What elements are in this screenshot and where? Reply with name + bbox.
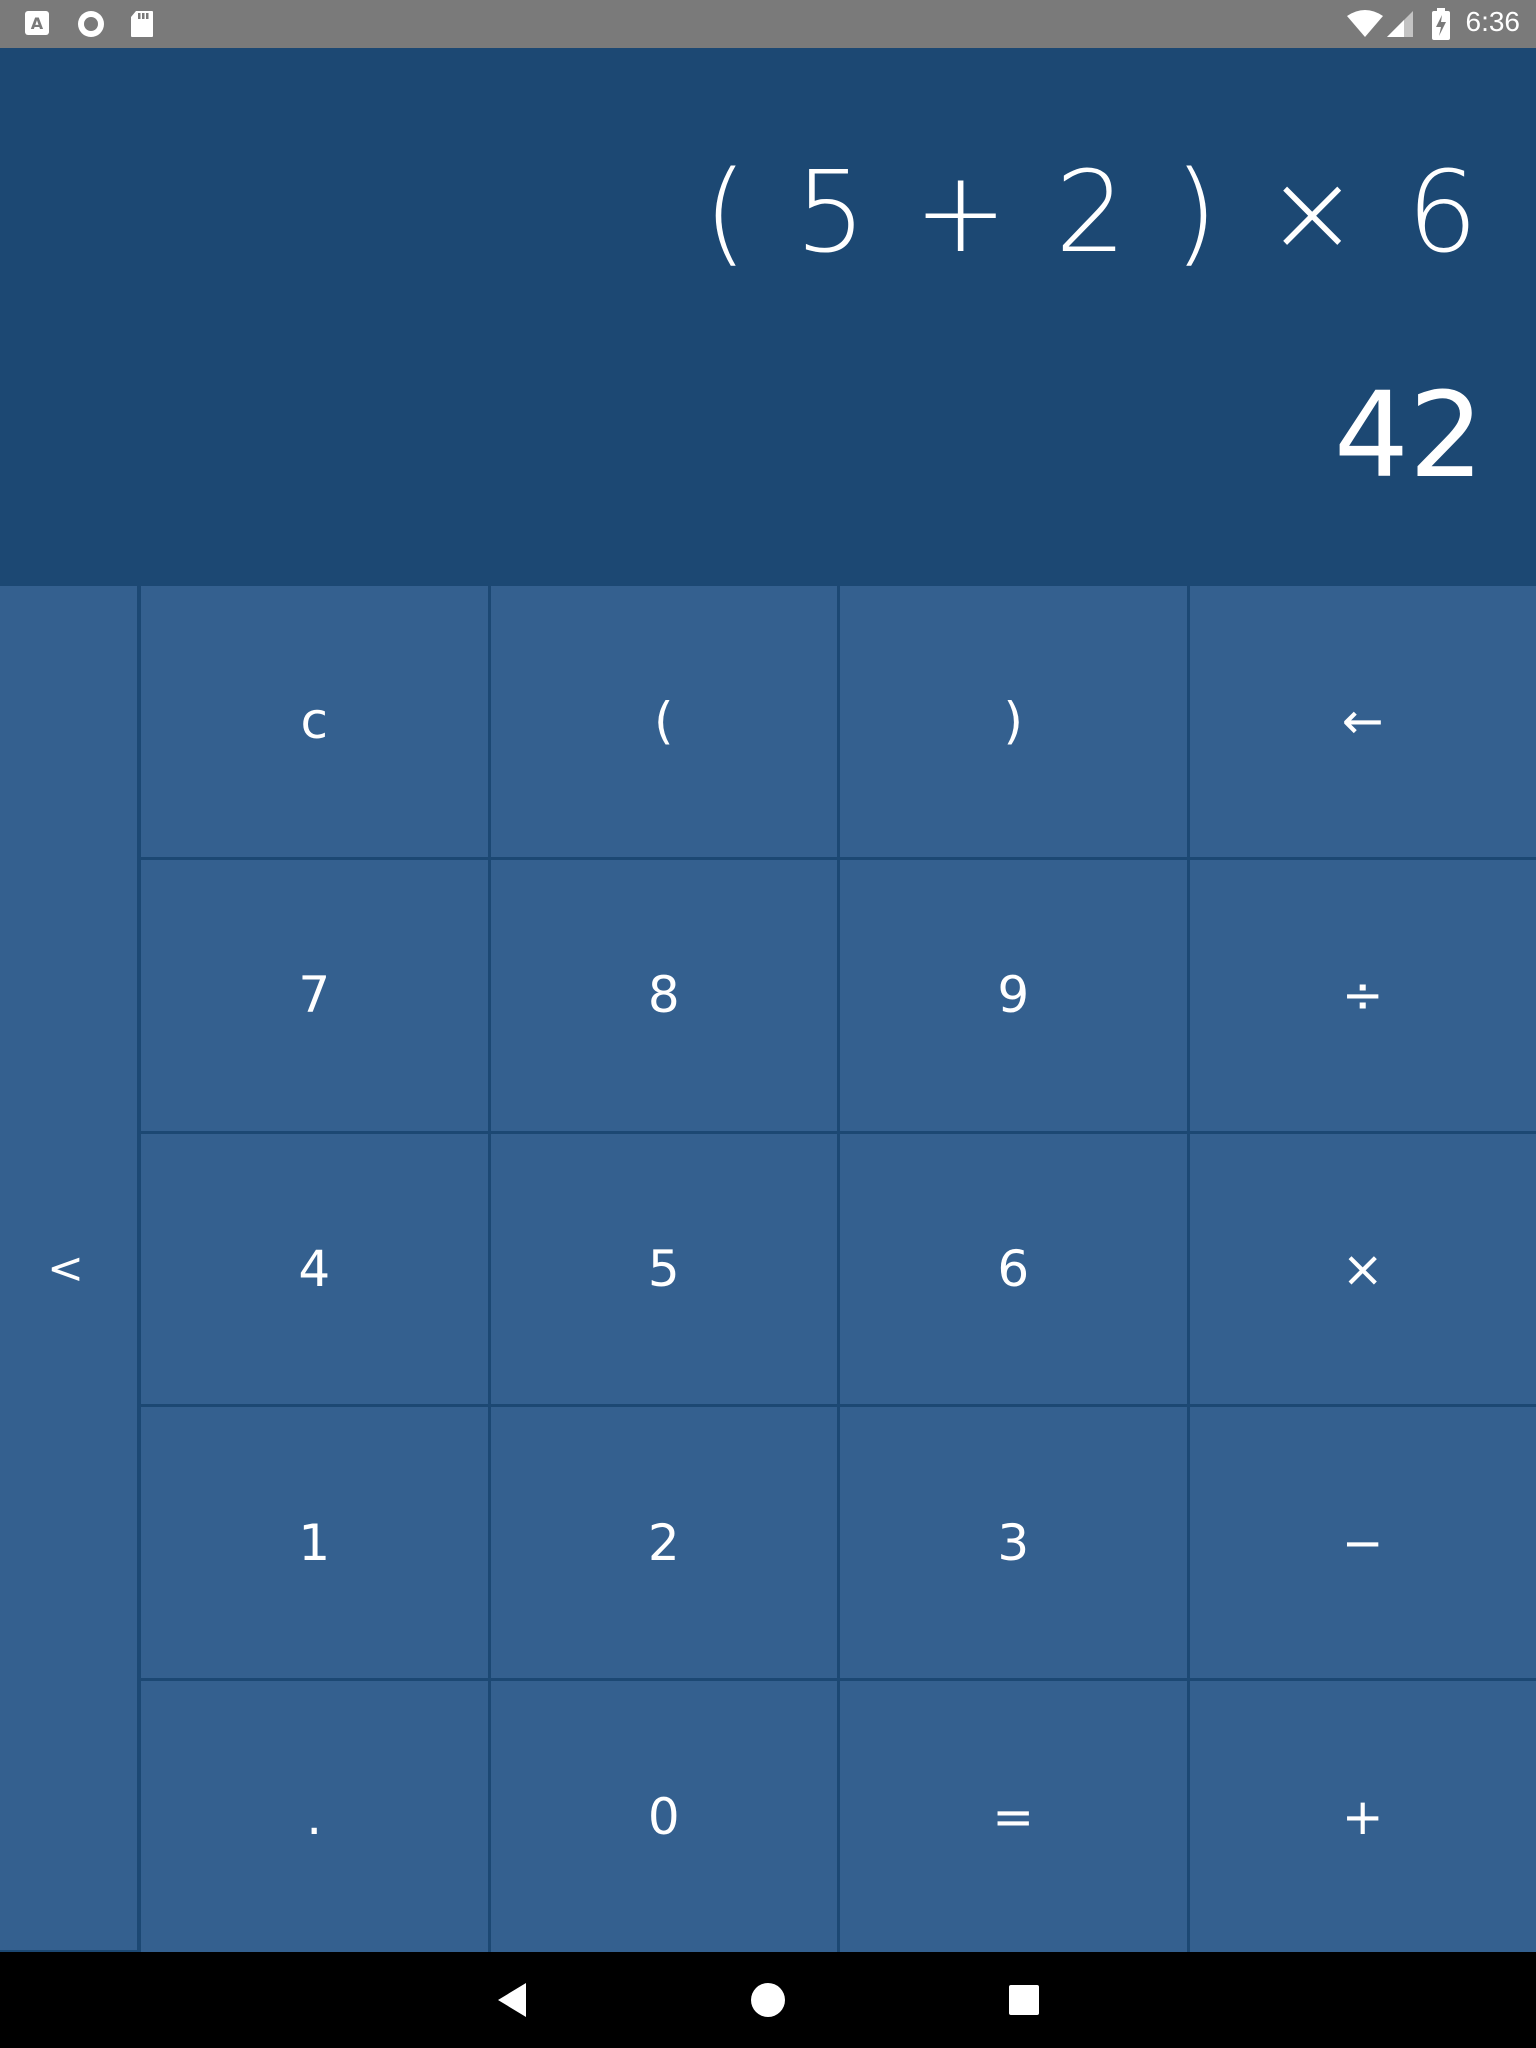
signal-icon (1386, 10, 1414, 42)
wifi-icon (1346, 10, 1384, 42)
svg-text:A: A (31, 14, 44, 33)
decimal-point-button[interactable]: . (141, 1681, 488, 1952)
advanced-panel-toggle[interactable]: < (0, 586, 139, 1950)
status-bar: A 6:36 (0, 0, 1536, 48)
digit-7-button[interactable]: 7 (141, 859, 488, 1131)
digit-3-button[interactable]: 3 (840, 1407, 1187, 1679)
multiply-button[interactable]: × (1189, 1133, 1536, 1405)
recents-icon[interactable] (1002, 1978, 1046, 2022)
digit-6-button[interactable]: 6 (840, 1133, 1187, 1405)
digit-0-button[interactable]: 0 (490, 1681, 837, 1952)
digit-9-button[interactable]: 9 (840, 859, 1187, 1131)
status-time: 6:36 (1465, 6, 1521, 37)
navigation-bar (0, 1952, 1536, 2048)
digit-1-button[interactable]: 1 (141, 1407, 488, 1679)
backspace-button[interactable]: ← (1189, 586, 1536, 857)
digit-8-button[interactable]: 8 (490, 859, 837, 1131)
keypad-grid: c ( ) ← 7 8 9 ÷ 4 5 6 × 1 2 3 − . 0 = + (141, 586, 1536, 1952)
open-paren-button[interactable]: ( (490, 586, 837, 857)
expression-display[interactable]: ( 5 + 2 ) × 6 (704, 148, 1484, 278)
keyboard-icon: A (24, 10, 50, 40)
sd-card-icon (130, 10, 154, 42)
digit-5-button[interactable]: 5 (490, 1133, 837, 1405)
keypad: < c ( ) ← 7 8 9 ÷ 4 5 6 × 1 2 3 − . 0 = … (0, 586, 1536, 1952)
result-display: 42 (1333, 366, 1484, 504)
clear-button[interactable]: c (141, 586, 488, 857)
subtract-button[interactable]: − (1189, 1407, 1536, 1679)
equals-button[interactable]: = (840, 1681, 1187, 1952)
divide-button[interactable]: ÷ (1189, 859, 1536, 1131)
calculator-display: ( 5 + 2 ) × 6 42 (0, 48, 1536, 586)
digit-4-button[interactable]: 4 (141, 1133, 488, 1405)
home-icon[interactable] (746, 1978, 790, 2022)
add-button[interactable]: + (1189, 1681, 1536, 1952)
close-paren-button[interactable]: ) (840, 586, 1187, 857)
record-icon (76, 9, 106, 43)
digit-2-button[interactable]: 2 (490, 1407, 837, 1679)
battery-charging-icon (1432, 8, 1450, 44)
back-icon[interactable] (490, 1978, 534, 2022)
